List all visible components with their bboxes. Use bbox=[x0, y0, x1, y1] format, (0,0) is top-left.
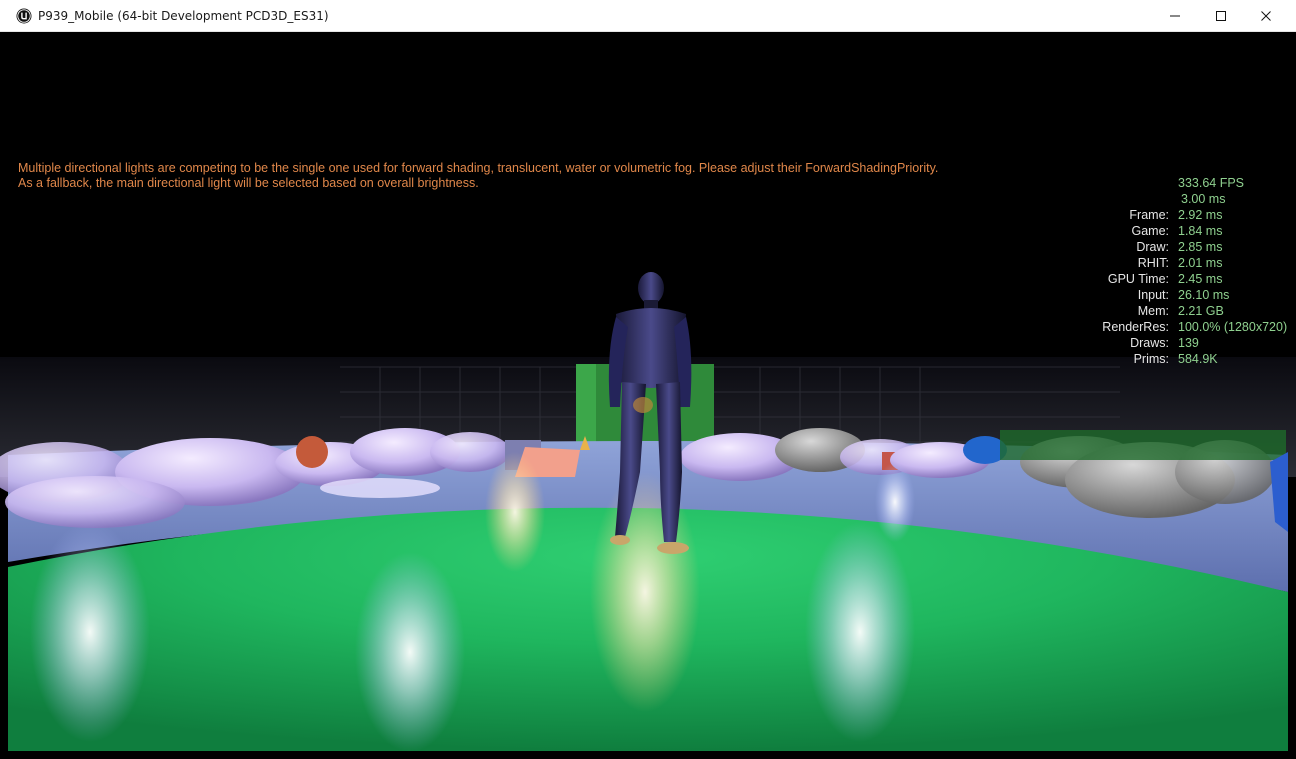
close-icon bbox=[1261, 10, 1271, 21]
minimize-button[interactable] bbox=[1152, 0, 1198, 31]
stat-value: 1.84 ms bbox=[1178, 224, 1223, 238]
title-bar[interactable]: P939_Mobile (64-bit Development PCD3D_ES… bbox=[0, 0, 1296, 32]
stat-value: 2.01 ms bbox=[1178, 256, 1223, 270]
game-scene bbox=[0, 272, 1296, 752]
stat-row: Prims: 584.9K bbox=[1060, 351, 1292, 367]
stat-label: RenderRes: bbox=[1102, 320, 1169, 334]
fps-value: 333.64 FPS bbox=[1178, 176, 1245, 190]
stat-row: Frame: 2.92 ms bbox=[1060, 207, 1292, 223]
stat-label: Prims: bbox=[1133, 352, 1169, 366]
stat-label: Input: bbox=[1137, 288, 1169, 302]
stat-row: Input: 26.10 ms bbox=[1060, 287, 1292, 303]
stat-value: 26.10 ms bbox=[1178, 288, 1230, 302]
stat-label: Game: bbox=[1131, 224, 1169, 238]
stat-value: 139 bbox=[1178, 336, 1199, 350]
minimize-icon bbox=[1170, 15, 1180, 16]
stats-overlay: 333.64 FPS 3.00 ms Frame: 2.92 ms Game: … bbox=[1060, 175, 1292, 367]
stat-value: 100.0% (1280x720) bbox=[1178, 320, 1288, 334]
engine-warning-message: Multiple directional lights are competin… bbox=[18, 161, 938, 191]
stat-label: Draws: bbox=[1130, 336, 1169, 350]
stat-row: GPU Time: 2.45 ms bbox=[1060, 271, 1292, 287]
stat-value: 2.92 ms bbox=[1178, 208, 1223, 222]
stat-value: 584.9K bbox=[1178, 352, 1218, 366]
close-button[interactable] bbox=[1243, 0, 1289, 31]
stat-row: Mem: 2.21 GB bbox=[1060, 303, 1292, 319]
maximize-button[interactable] bbox=[1198, 0, 1244, 31]
unreal-engine-logo-icon bbox=[16, 8, 32, 24]
stat-label: Mem: bbox=[1137, 304, 1169, 318]
warning-line-1: Multiple directional lights are competin… bbox=[18, 161, 939, 175]
stat-value: 2.85 ms bbox=[1178, 240, 1223, 254]
stat-row: RenderRes: 100.0% (1280x720) bbox=[1060, 319, 1292, 335]
stat-ms: 3.00 ms bbox=[1060, 191, 1292, 207]
stat-row: Game: 1.84 ms bbox=[1060, 223, 1292, 239]
stat-label: GPU Time: bbox=[1107, 272, 1169, 286]
game-viewport[interactable]: Multiple directional lights are competin… bbox=[0, 32, 1296, 759]
warning-line-2: As a fallback, the main directional ligh… bbox=[18, 176, 479, 190]
stat-row: Draws: 139 bbox=[1060, 335, 1292, 351]
stat-value: 2.45 ms bbox=[1178, 272, 1223, 286]
stat-value: 2.21 GB bbox=[1178, 304, 1224, 318]
stat-label: RHIT: bbox=[1137, 256, 1169, 270]
game-window: P939_Mobile (64-bit Development PCD3D_ES… bbox=[0, 0, 1296, 759]
stat-fps: 333.64 FPS bbox=[1060, 175, 1292, 191]
stat-label: Frame: bbox=[1129, 208, 1169, 222]
stat-row: Draw: 2.85 ms bbox=[1060, 239, 1292, 255]
stat-label: Draw: bbox=[1136, 240, 1169, 254]
frame-ms-value: 3.00 ms bbox=[1181, 192, 1226, 206]
maximize-icon bbox=[1216, 10, 1226, 21]
stat-row: RHIT: 2.01 ms bbox=[1060, 255, 1292, 271]
window-title: P939_Mobile (64-bit Development PCD3D_ES… bbox=[38, 9, 329, 23]
